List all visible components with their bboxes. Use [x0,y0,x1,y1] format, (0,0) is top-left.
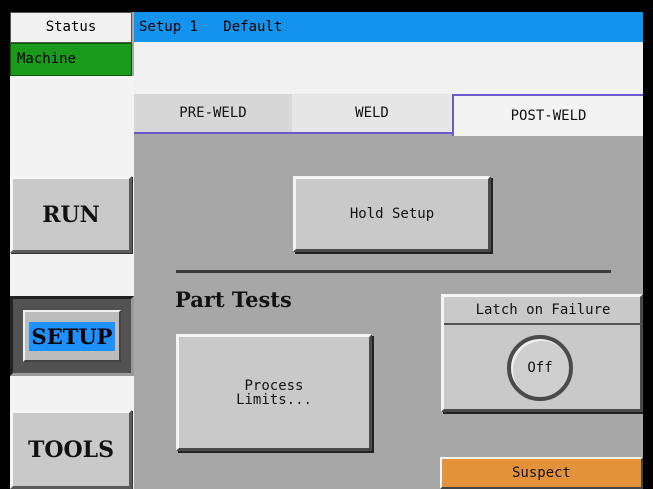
section-divider [176,270,611,273]
hold-setup-button[interactable]: Hold Setup [293,176,491,252]
tools-button[interactable]: TOOLS [10,410,132,489]
status-indicator: Status [10,12,132,43]
setup-button-face: SETUP [23,310,121,362]
tab-post-weld[interactable]: POST-WELD [452,94,643,136]
machine-status-indicator: Machine [10,43,132,76]
tab-weld[interactable]: WELD [292,94,452,134]
header-blank-area [134,42,643,94]
setup-button-label: SETUP [28,321,116,351]
setup-title-bar: Setup 1 Default [134,12,643,42]
hmi-screen: Status Machine RUN SETUP TOOLS Setup 1 D… [10,12,643,489]
part-tests-heading: Part Tests [175,287,292,312]
run-button[interactable]: RUN [10,176,132,253]
setup-button[interactable]: SETUP [10,296,134,376]
tab-pre-weld[interactable]: PRE-WELD [134,94,292,134]
process-limits-label: Process Limits... [236,377,312,408]
latch-on-failure-panel: Latch on Failure Off [441,294,643,412]
suspect-button[interactable]: Suspect [440,457,643,489]
process-limits-button[interactable]: Process Limits... [176,334,372,451]
latch-on-failure-title: Latch on Failure [444,297,642,325]
latch-toggle-button[interactable]: Off [507,335,573,401]
